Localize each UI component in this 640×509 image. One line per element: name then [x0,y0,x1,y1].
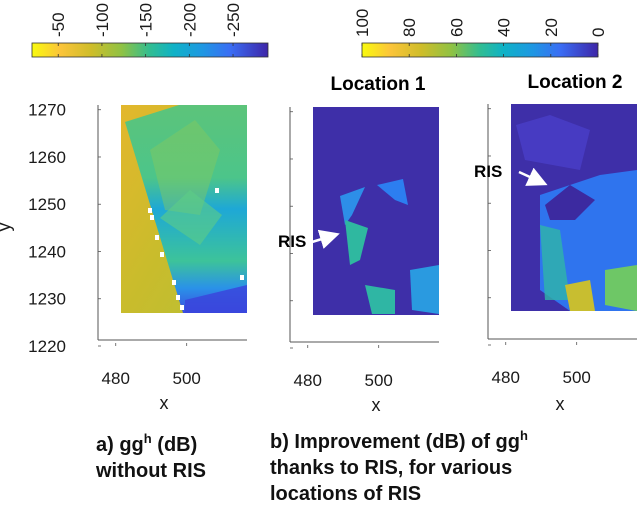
caption-a-line1: a) ggh (dB) [96,432,206,458]
colorbar-b-tick-label: 40 [495,18,514,37]
title-location-1: Location 1 [330,74,425,95]
colorbar-b-tick-label: 20 [542,18,561,37]
x-tick-label: 500 [173,369,201,388]
colorbar-b-tick-label: 80 [400,18,419,37]
panel-a: 1220 1230 1240 1250 1260 1270 480 500 y x [0,101,247,413]
x-tick-label: 500 [365,371,393,390]
heatmap-a-gap [160,252,164,257]
heatmap-b1-patch-right [410,265,439,314]
colorbar-a-bar [31,42,269,58]
x-tick-label: 500 [563,368,591,387]
x-axis-label-b2: x [556,394,565,414]
x-axis-label-a: x [160,393,169,413]
x-tick-label: 480 [492,368,520,387]
colorbar-b-tick-label: 60 [447,18,466,37]
panel-b1: 480 500 RIS x [278,107,439,415]
x-tick-label: 480 [294,371,322,390]
heatmap-a-gap [176,295,180,300]
caption-b-line1: b) Improvement (dB) of ggh [270,429,528,455]
caption-b-line2: thanks to RIS, for various [270,457,513,479]
y-tick-label: 1230 [28,290,66,309]
caption-a-superscript: h [143,431,152,446]
ris-label-2: RIS [474,162,502,181]
x-axis-label-b1: x [372,395,381,415]
y-tick-label: 1260 [28,148,66,167]
colorbar-a-tick-label: -150 [137,3,156,37]
caption-a-unit: (dB) [151,434,198,456]
heatmap-b2-patch-bottom-yellow [565,280,595,311]
ris-label-1: RIS [278,232,306,251]
heatmap-a-gap [150,215,154,220]
y-axis-label: y [0,223,14,232]
heatmap-a-gap [155,235,159,240]
caption-b: b) Improvement (dB) of ggh thanks to RIS… [270,429,528,507]
heatmap-a-gap [148,208,152,213]
caption-b-superscript: h [519,428,528,443]
x-tick-label: 480 [102,369,130,388]
colorbar-a-tick-label: -100 [93,3,112,37]
colorbar-a-tick-label: -250 [224,3,243,37]
title-location-2: Location 2 [527,72,622,93]
y-tick-label: 1270 [28,101,66,120]
caption-a: a) ggh (dB) without RIS [96,432,206,484]
panel-b2: 480 500 RIS x [474,104,637,414]
heatmap-a-gap [215,188,219,193]
caption-b-line3: locations of RIS [270,483,422,505]
heatmap-a-gap [240,275,244,280]
y-tick-label: 1240 [28,242,66,261]
colorbar-a-tick-label: -200 [180,3,199,37]
colorbar-b-bar [361,42,599,58]
y-tick-label: 1250 [28,195,66,214]
heatmap-b2-patch-bottom-right [605,265,637,311]
y-tick-label: 1220 [28,337,66,356]
caption-b-text: b) Improvement (dB) of gg [270,431,520,453]
colorbar-a-tick-label: -50 [49,12,68,37]
colorbar-b-tick-label: 100 [353,9,372,37]
caption-a-line2: without RIS [96,460,206,482]
heatmap-a-gap [180,305,184,310]
colorbar-b: 100 80 60 40 20 0 [353,9,608,58]
caption-a-text: a) gg [96,434,144,456]
colorbar-a: -50 -100 -150 -200 -250 [31,3,269,58]
colorbar-b-tick-label: 0 [589,28,608,37]
heatmap-a-gap [172,280,176,285]
